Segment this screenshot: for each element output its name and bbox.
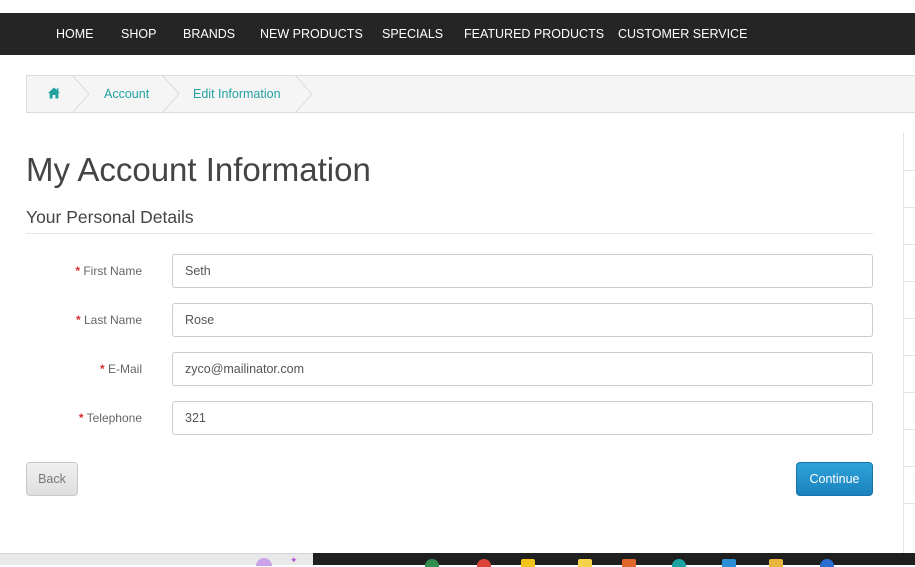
side-panel-divider — [904, 466, 915, 467]
folder-icon[interactable] — [521, 559, 535, 567]
side-panel-divider — [904, 318, 915, 319]
telephone-label: * Telephone — [26, 410, 142, 426]
required-marker: * — [78, 411, 84, 425]
required-marker: * — [99, 362, 105, 376]
telephone-label-text: Telephone — [86, 411, 142, 425]
nav-customer-service[interactable]: CUSTOMER SERVICE — [618, 26, 747, 42]
top-strip — [0, 0, 915, 13]
app-icon[interactable] — [578, 559, 592, 567]
side-panel-divider — [904, 355, 915, 356]
telephone-field[interactable] — [172, 401, 873, 435]
edge-icon[interactable] — [672, 559, 686, 567]
right-side-panel — [903, 133, 915, 553]
first-name-label-text: First Name — [83, 264, 142, 278]
breadcrumb-account[interactable]: Account — [104, 86, 149, 102]
main-navbar: HOME SHOP BRANDS NEW PRODUCTS SPECIALS F… — [0, 13, 915, 55]
app-icon[interactable] — [820, 559, 834, 567]
app-icon[interactable] — [769, 559, 783, 567]
sparkle-icon: ✦ — [290, 555, 298, 565]
email-label-text: E-Mail — [107, 362, 142, 376]
nav-shop[interactable]: SHOP — [121, 26, 156, 42]
required-marker: * — [75, 313, 81, 327]
side-panel-divider — [904, 207, 915, 208]
app-icon[interactable] — [622, 559, 636, 567]
side-panel-divider — [904, 281, 915, 282]
last-name-field[interactable] — [172, 303, 873, 337]
breadcrumb-separator — [295, 75, 313, 113]
nav-brands[interactable]: BRANDS — [183, 26, 235, 42]
home-icon[interactable] — [47, 86, 61, 100]
side-panel-divider — [904, 170, 915, 171]
back-button[interactable]: Back — [26, 462, 78, 496]
chrome-icon[interactable] — [477, 559, 491, 567]
email-field[interactable] — [172, 352, 873, 386]
app-icon[interactable] — [425, 559, 439, 567]
first-name-label: * First Name — [26, 263, 142, 279]
required-marker: * — [75, 264, 80, 278]
nav-home[interactable]: HOME — [56, 26, 94, 42]
legend-divider — [26, 233, 873, 234]
email-label: * E-Mail — [26, 361, 142, 377]
breadcrumb-separator — [72, 75, 90, 113]
nav-specials[interactable]: SPECIALS — [382, 26, 443, 42]
side-panel-divider — [904, 429, 915, 430]
first-name-field[interactable] — [172, 254, 873, 288]
continue-button[interactable]: Continue — [796, 462, 873, 496]
side-panel-divider — [904, 244, 915, 245]
side-panel-divider — [904, 503, 915, 504]
section-legend: Your Personal Details — [26, 207, 194, 227]
page-title: My Account Information — [26, 151, 371, 188]
breadcrumb: Account Edit Information — [26, 75, 915, 113]
side-panel-divider — [904, 392, 915, 393]
nav-new-products[interactable]: NEW PRODUCTS — [260, 26, 363, 42]
nav-featured-products[interactable]: FEATURED PRODUCTS — [464, 26, 604, 42]
taskbar-left: ✦ — [0, 553, 313, 566]
breadcrumb-edit-information[interactable]: Edit Information — [193, 86, 281, 102]
last-name-label: * Last Name — [26, 312, 142, 328]
last-name-label-text: Last Name — [83, 313, 142, 327]
breadcrumb-separator — [162, 75, 180, 113]
app-icon[interactable] — [722, 559, 736, 567]
